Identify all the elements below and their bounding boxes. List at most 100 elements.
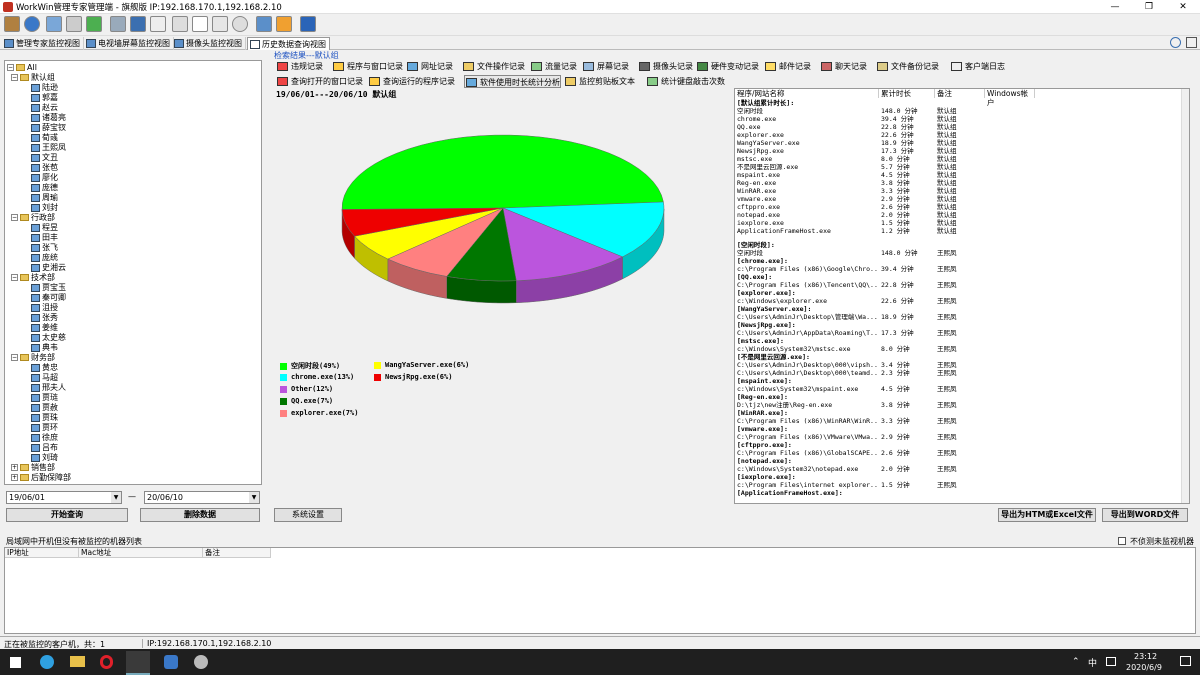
tree-member[interactable]: 沮授 bbox=[31, 303, 58, 313]
tree-member[interactable]: 史湘云 bbox=[31, 263, 66, 273]
tree-member[interactable]: 贾赦 bbox=[31, 403, 58, 413]
tree-group[interactable]: − 行政部 bbox=[11, 213, 55, 223]
column-header-note[interactable]: 备注 bbox=[935, 89, 985, 98]
tree-group[interactable]: − 技术部 bbox=[11, 273, 55, 283]
opera-icon[interactable] bbox=[100, 655, 113, 669]
tab-manager-view[interactable]: 管理专家监控视图 bbox=[2, 37, 84, 50]
record-tool-button[interactable]: 流量记录 bbox=[530, 60, 577, 73]
tree-group[interactable]: + 后勤保障部 bbox=[11, 473, 71, 483]
expand-toggle-icon[interactable]: − bbox=[11, 74, 18, 81]
no-detect-checkbox[interactable] bbox=[1118, 537, 1126, 545]
record-tool-button[interactable]: 客户端日志 bbox=[950, 60, 1005, 73]
tree-member[interactable]: 徐庶 bbox=[31, 433, 58, 443]
record-tool-button[interactable]: 屏幕记录 bbox=[582, 60, 629, 73]
tray-chevron-icon[interactable]: ⌃ bbox=[1072, 657, 1080, 667]
start-query-button[interactable]: 开始查询 bbox=[6, 508, 128, 522]
tree-member[interactable]: 庞德 bbox=[31, 183, 58, 193]
record-tool-button[interactable]: 文件操作记录 bbox=[462, 60, 525, 73]
logo-icon[interactable] bbox=[4, 16, 20, 32]
export-word-button[interactable]: 导出到WORD文件 bbox=[1102, 508, 1188, 522]
record-tool-button[interactable]: 程序与窗口记录 bbox=[332, 60, 403, 73]
app-taskbar-icon[interactable] bbox=[164, 655, 178, 669]
column-header-mac[interactable]: Mac地址 bbox=[79, 548, 203, 558]
window-restore-icon[interactable] bbox=[1186, 37, 1197, 48]
monitor-settings-icon[interactable] bbox=[46, 16, 62, 32]
clock-date[interactable]: 2020/6/9 bbox=[1126, 663, 1162, 672]
tree-member[interactable]: 赵云 bbox=[31, 103, 58, 113]
delete-data-button[interactable]: 删除数据 bbox=[140, 508, 260, 522]
help-icon[interactable] bbox=[300, 16, 316, 32]
record-tool-button[interactable]: 邮件记录 bbox=[764, 60, 811, 73]
tree-member[interactable]: 太史慈 bbox=[31, 333, 66, 343]
edge-icon[interactable] bbox=[40, 655, 54, 669]
tree-member[interactable]: 田丰 bbox=[31, 233, 58, 243]
tree-group[interactable]: − 默认组 bbox=[11, 73, 55, 83]
workwin-taskbar-icon[interactable] bbox=[126, 651, 150, 675]
clock-time[interactable]: 23:12 bbox=[1134, 652, 1157, 661]
explorer-icon[interactable] bbox=[70, 656, 85, 667]
record-tool-button[interactable]: 统计键盘敲击次数 bbox=[646, 75, 725, 88]
notification-icon[interactable] bbox=[1180, 656, 1191, 666]
report-icon[interactable] bbox=[212, 16, 228, 32]
clock-icon[interactable] bbox=[232, 16, 248, 32]
tree-member[interactable]: 荀彧 bbox=[31, 133, 58, 143]
tree-member[interactable]: 刘封 bbox=[31, 203, 58, 213]
tree-member[interactable]: 郭嘉 bbox=[31, 93, 58, 103]
record-tool-button[interactable]: 网址记录 bbox=[406, 60, 453, 73]
tree-member[interactable]: 姜维 bbox=[31, 323, 58, 333]
tree-member[interactable]: 王熙凤 bbox=[31, 143, 66, 153]
record-tool-button[interactable]: 软件使用时长统计分析 bbox=[464, 75, 561, 88]
record-tool-button[interactable]: 文件备份记录 bbox=[876, 60, 939, 73]
tree-member[interactable]: 贾琏 bbox=[31, 393, 58, 403]
column-header-windows-account[interactable]: Windows帐户 bbox=[985, 89, 1035, 107]
collapse-icon[interactable]: − bbox=[7, 64, 14, 71]
message-icon[interactable] bbox=[150, 16, 166, 32]
tree-member[interactable]: 程昱 bbox=[31, 223, 58, 233]
tree-member[interactable]: 吕布 bbox=[31, 443, 58, 453]
column-header-name[interactable]: 程序/网站名称 bbox=[735, 89, 879, 98]
ie-icon[interactable] bbox=[24, 16, 40, 32]
tree-member[interactable]: 贾宝玉 bbox=[31, 283, 66, 293]
stats-table[interactable]: 程序/网站名称 累计时长 备注 Windows帐户 [默认组累计时长]: 空闲时段… bbox=[734, 88, 1190, 504]
tree-member[interactable]: 陆逊 bbox=[31, 83, 58, 93]
expand-toggle-icon[interactable]: − bbox=[11, 214, 18, 221]
expand-toggle-icon[interactable]: − bbox=[11, 274, 18, 281]
tree-member[interactable]: 邢夫人 bbox=[31, 383, 66, 393]
scrollbar[interactable] bbox=[1181, 89, 1189, 503]
record-tool-button[interactable]: 聊天记录 bbox=[820, 60, 867, 73]
tree-member[interactable]: 马超 bbox=[31, 373, 58, 383]
lan-machine-list[interactable]: IP地址 Mac地址 备注 bbox=[4, 547, 1196, 634]
tree-group[interactable]: − 财务部 bbox=[11, 353, 55, 363]
date-to-field[interactable]: 20/06/10 ▼ bbox=[144, 491, 260, 504]
expand-toggle-icon[interactable]: + bbox=[11, 464, 18, 471]
tree-member[interactable]: 文丑 bbox=[31, 153, 58, 163]
record-tool-button[interactable]: 硬件变动记录 bbox=[696, 60, 759, 73]
close-button[interactable]: ✕ bbox=[1166, 0, 1200, 14]
record-tool-button[interactable]: 摄像头记录 bbox=[638, 60, 693, 73]
tree-member[interactable]: 周瑜 bbox=[31, 193, 58, 203]
tree-root-all[interactable]: − All bbox=[7, 63, 37, 73]
export-excel-button[interactable]: 导出为HTM或Excel文件 bbox=[998, 508, 1096, 522]
network-tray-icon[interactable] bbox=[1106, 657, 1116, 666]
tree-member[interactable]: 秦可卿 bbox=[31, 293, 66, 303]
system-settings-button[interactable]: 系统设置 bbox=[274, 508, 342, 522]
tab-history-view[interactable]: 历史数据查询视图 bbox=[247, 37, 330, 50]
tab-camera-view[interactable]: 摄像头监控视图 bbox=[172, 37, 246, 50]
column-header-remark[interactable]: 备注 bbox=[203, 548, 271, 558]
record-tool-button[interactable]: 查询运行的程序记录 bbox=[368, 75, 455, 88]
expand-toggle-icon[interactable]: + bbox=[11, 474, 18, 481]
usb-icon[interactable] bbox=[130, 16, 146, 32]
record-tool-button[interactable]: 查询打开的窗口记录 bbox=[276, 75, 363, 88]
tree-member[interactable]: 庞统 bbox=[31, 253, 58, 263]
tree-member[interactable]: 廖化 bbox=[31, 173, 58, 183]
windows-start-icon[interactable] bbox=[10, 657, 21, 668]
date-from-field[interactable]: 19/06/01 ▼ bbox=[6, 491, 122, 504]
tree-member[interactable]: 张飞 bbox=[31, 243, 58, 253]
app2-taskbar-icon[interactable] bbox=[194, 655, 208, 669]
chevron-down-icon[interactable]: ▼ bbox=[111, 492, 121, 503]
window-icon[interactable] bbox=[256, 16, 272, 32]
group-tree[interactable]: − All − 默认组 陆逊 郭嘉 赵云 诸葛亮 薛宝钗 荀彧 王熙凤 文丑 张苞 廖化 庞德 周瑜 刘封 − 行政… bbox=[4, 60, 262, 485]
network-icon[interactable] bbox=[172, 16, 188, 32]
tree-member[interactable]: 薛宝钗 bbox=[31, 123, 66, 133]
minimize-button[interactable]: — bbox=[1098, 0, 1132, 14]
